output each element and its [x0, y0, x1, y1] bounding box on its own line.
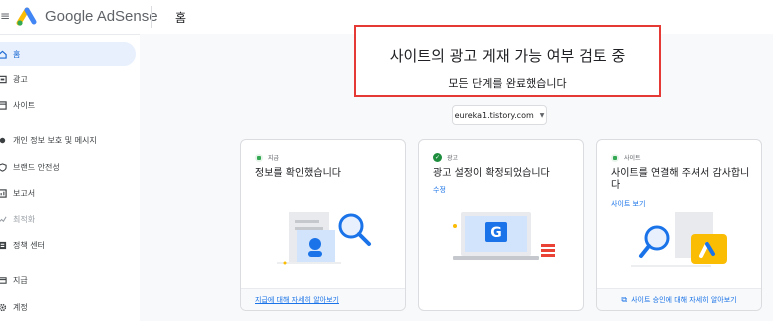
sidebar-item-brand-safety[interactable]: 브랜드 안전성	[0, 155, 136, 179]
site-selector-value: eureka1.tistory.com	[454, 110, 534, 120]
sidebar-item-label: 계정	[13, 302, 28, 312]
sidebar-item-label: 정책 센터	[13, 240, 45, 250]
sidebar-item-label: 보고서	[13, 188, 36, 198]
home-icon	[0, 49, 7, 59]
sidebar-nav: 홈 광고 사이트 개인 정보 보호 및 메시지 브랜드 안전성 보고서 최적화 …	[0, 34, 140, 321]
privacy-icon	[0, 135, 7, 145]
sidebar-item-label: 지급	[13, 275, 28, 285]
card-tag: ✓ 광고	[433, 153, 458, 162]
svg-text:G: G	[490, 225, 502, 241]
sidebar-item-account[interactable]: 계정	[0, 295, 136, 319]
sidebar-item-reports[interactable]: 보고서	[0, 181, 136, 205]
menu-icon[interactable]: ≡	[0, 10, 10, 22]
review-status-box: 사이트의 광고 게재 가능 여부 검토 중 모든 단계를 완료했습니다	[354, 25, 661, 97]
card-tag-label: 지급	[268, 155, 280, 162]
sidebar-item-home[interactable]: 홈	[0, 42, 136, 66]
sidebar-item-label: 브랜드 안전성	[13, 162, 60, 172]
sidebar-item-sites[interactable]: 사이트	[0, 93, 136, 117]
account-gear-icon	[0, 302, 7, 312]
sidebar-item-label: 개인 정보 보호 및 메시지	[13, 135, 97, 145]
sites-illustration-icon	[631, 212, 727, 267]
sidebar-item-policy[interactable]: 정책 센터	[0, 233, 136, 257]
card-tag: 지급	[255, 153, 279, 162]
status-dot-icon	[611, 153, 619, 162]
sidebar-item-label: 홈	[13, 49, 21, 59]
sidebar-item-privacy[interactable]: 개인 정보 보호 및 메시지	[0, 128, 136, 152]
sidebar-item-optimization[interactable]: 최적화	[0, 207, 136, 231]
sidebar-item-label: 사이트	[13, 100, 36, 110]
brand-name[interactable]: Google AdSense	[45, 8, 158, 25]
sidebar-item-label: 광고	[13, 74, 28, 84]
payments-icon	[0, 275, 7, 285]
card-title: 사이트를 연결해 주셔서 감사합니다	[611, 168, 750, 191]
chevron-down-icon: ▼	[539, 111, 545, 119]
sites-icon	[0, 100, 7, 110]
card-tag-label: 사이트	[624, 155, 641, 162]
sidebar-item-label: 최적화	[13, 214, 36, 224]
shield-icon	[0, 162, 7, 172]
payments-learn-more-link[interactable]: 지급에 대해 자세히 알아보기	[241, 288, 405, 310]
edit-ads-link[interactable]: 수정	[433, 185, 446, 195]
review-title: 사이트의 광고 게재 가능 여부 검토 중	[389, 47, 626, 65]
payments-step-card: 지급 정보를 확인했습니다 지급에 대해 자세히 알아보기	[240, 139, 406, 311]
policy-icon	[0, 240, 7, 250]
card-tag: 사이트	[611, 153, 641, 162]
ads-icon	[0, 74, 7, 84]
reports-icon	[0, 188, 7, 198]
payments-illustration-icon	[277, 212, 371, 265]
adsense-logo-icon[interactable]	[16, 7, 38, 27]
card-tag-label: 광고	[447, 155, 459, 162]
page-breadcrumb: 홈	[175, 11, 187, 25]
sites-step-card: 사이트 사이트를 연결해 주셔서 감사합니다 사이트 보기 ⧉ 사이트 승인에 …	[596, 139, 762, 311]
site-approval-learn-more-link[interactable]: ⧉ 사이트 승인에 대해 자세히 알아보기	[597, 288, 761, 310]
review-subtitle: 모든 단계를 완료했습니다	[448, 77, 567, 90]
ads-step-card: ✓ 광고 광고 설정이 확정되었습니다 수정 G	[418, 139, 584, 311]
external-link-icon: ⧉	[621, 294, 628, 304]
card-title: 광고 설정이 확정되었습니다	[433, 168, 550, 179]
optimization-icon	[0, 214, 7, 224]
sidebar-item-ads[interactable]: 광고	[0, 67, 136, 91]
sidebar-item-payments[interactable]: 지급	[0, 268, 136, 292]
status-dot-icon	[255, 153, 263, 162]
ads-illustration-icon: G	[453, 212, 555, 260]
check-circle-icon: ✓	[433, 153, 442, 162]
card-title: 정보를 확인했습니다	[255, 168, 341, 179]
site-selector-dropdown[interactable]: eureka1.tistory.com ▼	[452, 105, 547, 125]
footer-label: 사이트 승인에 대해 자세히 알아보기	[631, 295, 737, 304]
header-divider	[151, 6, 152, 28]
